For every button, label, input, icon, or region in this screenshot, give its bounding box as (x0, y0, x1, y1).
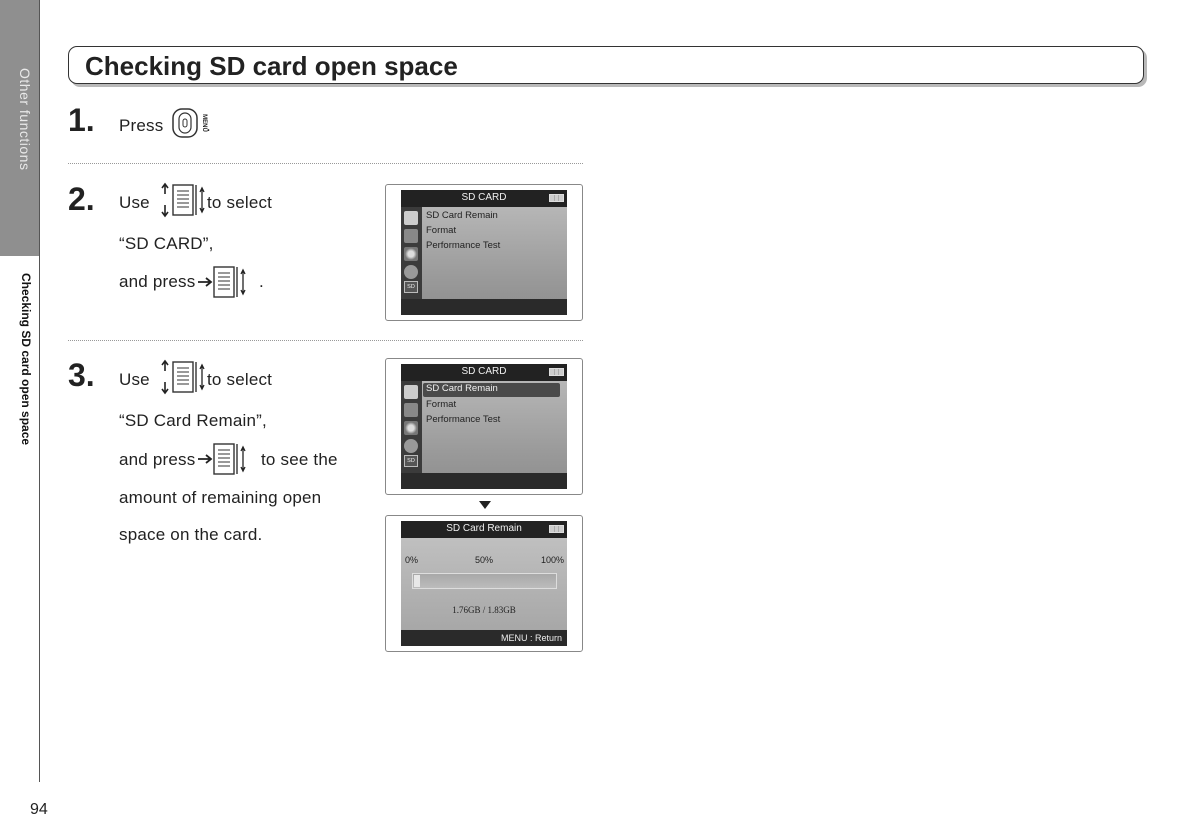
gear-icon (404, 247, 418, 261)
menu-item-performance-test: Performance Test (426, 240, 501, 251)
music-note-icon (404, 211, 418, 225)
lcd-title: SD CARD (461, 192, 507, 203)
globe-icon (404, 265, 418, 279)
battery-icon (549, 368, 564, 376)
scroll-wheel-icon (161, 182, 205, 218)
step-1-text-press: Press (119, 116, 164, 135)
step-3-text-and-press: and press (119, 450, 196, 469)
side-tab-current-label: Checking SD card open space (19, 273, 33, 446)
lcd-footer (401, 473, 567, 489)
step-2-number: 2. (68, 181, 95, 217)
remaining-space-value: 1.76GB / 1.83GB (452, 605, 516, 615)
lcd-header: SD Card Remain (401, 521, 567, 538)
step-3-text-to-see: to see the (261, 450, 338, 469)
press-wheel-icon (198, 443, 246, 475)
menu-item-format: Format (426, 399, 457, 410)
menu-item-sd-card-remain: SD Card Remain (426, 210, 498, 221)
scale-mid-label: 50% (475, 555, 494, 565)
lcd-header: SD CARD (401, 190, 567, 207)
lcd-header: SD CARD (401, 364, 567, 381)
screen-sd-card-menu-selected: SD CARD SD SD Card Remain Format Perform… (385, 358, 583, 495)
page-title: Checking SD card open space (85, 51, 458, 81)
step-divider (68, 340, 583, 341)
scale-min-label: 0% (405, 555, 419, 565)
lcd-footer-hint: MENU : Return (500, 633, 562, 643)
step-3-text-target: “SD Card Remain”, (119, 411, 267, 430)
side-tab-section-label: Other functions (17, 68, 33, 171)
usb-icon (404, 403, 418, 417)
menu-item-sd-card-remain-selected: SD Card Remain (423, 383, 560, 397)
screen-sd-card-menu: SD CARD SD SD Card Remain Format Perform… (385, 184, 583, 321)
lcd-display: SD Card Remain 0% 50% 100% 1.76GB / 1.83… (401, 521, 567, 646)
menu-item-performance-test: Performance Test (426, 414, 501, 425)
usb-icon (404, 229, 418, 243)
gear-icon (404, 421, 418, 435)
side-divider (39, 0, 40, 782)
step-1-number: 1. (68, 102, 95, 138)
music-note-icon (404, 385, 418, 399)
scale-max-label: 100% (540, 555, 564, 565)
menu-item-format: Format (426, 225, 457, 236)
step-2-text-to-select: to select (207, 193, 273, 212)
step-2-text-use: Use (119, 193, 150, 212)
sd-card-icon: SD (404, 455, 418, 467)
globe-icon (404, 439, 418, 453)
step-3-number: 3. (68, 357, 95, 393)
sd-card-icon: SD (404, 281, 418, 293)
menu-button-icon: MENU (172, 108, 207, 138)
screen-sd-card-remain: SD Card Remain 0% 50% 100% 1.76GB / 1.83… (385, 515, 583, 652)
step-2-text-period: . (259, 272, 264, 291)
lcd-footer: MENU : Return (401, 630, 567, 646)
step-3-text-space: space on the card. (119, 525, 263, 544)
step-3-text-use: Use (119, 370, 150, 389)
step-2-text-and-press: and press (119, 272, 196, 291)
remaining-space-bar (412, 573, 557, 589)
step-divider (68, 163, 583, 164)
lcd-footer (401, 299, 567, 315)
step-1-text-period: . (206, 116, 211, 135)
battery-icon (549, 525, 564, 533)
arrow-down-icon (479, 501, 491, 509)
lcd-sidebar: SD (401, 207, 422, 299)
page-number: 94 (30, 801, 48, 818)
press-wheel-icon (198, 266, 246, 298)
remaining-space-bar-fill (414, 575, 420, 587)
battery-icon (549, 194, 564, 202)
lcd-title: SD Card Remain (446, 523, 522, 534)
lcd-display: SD CARD SD SD Card Remain Format Perform… (401, 190, 567, 315)
side-tab-section: Other functions (0, 0, 39, 256)
lcd-display: SD CARD SD SD Card Remain Format Perform… (401, 364, 567, 489)
scroll-wheel-icon (161, 359, 205, 395)
step-2-text-target: “SD CARD”, (119, 234, 214, 253)
lcd-sidebar: SD (401, 381, 422, 473)
title-box: Checking SD card open space (68, 46, 1144, 84)
step-3-text-amount: amount of remaining open (119, 488, 322, 507)
lcd-title: SD CARD (461, 366, 507, 377)
step-3-text-to-select: to select (207, 370, 273, 389)
